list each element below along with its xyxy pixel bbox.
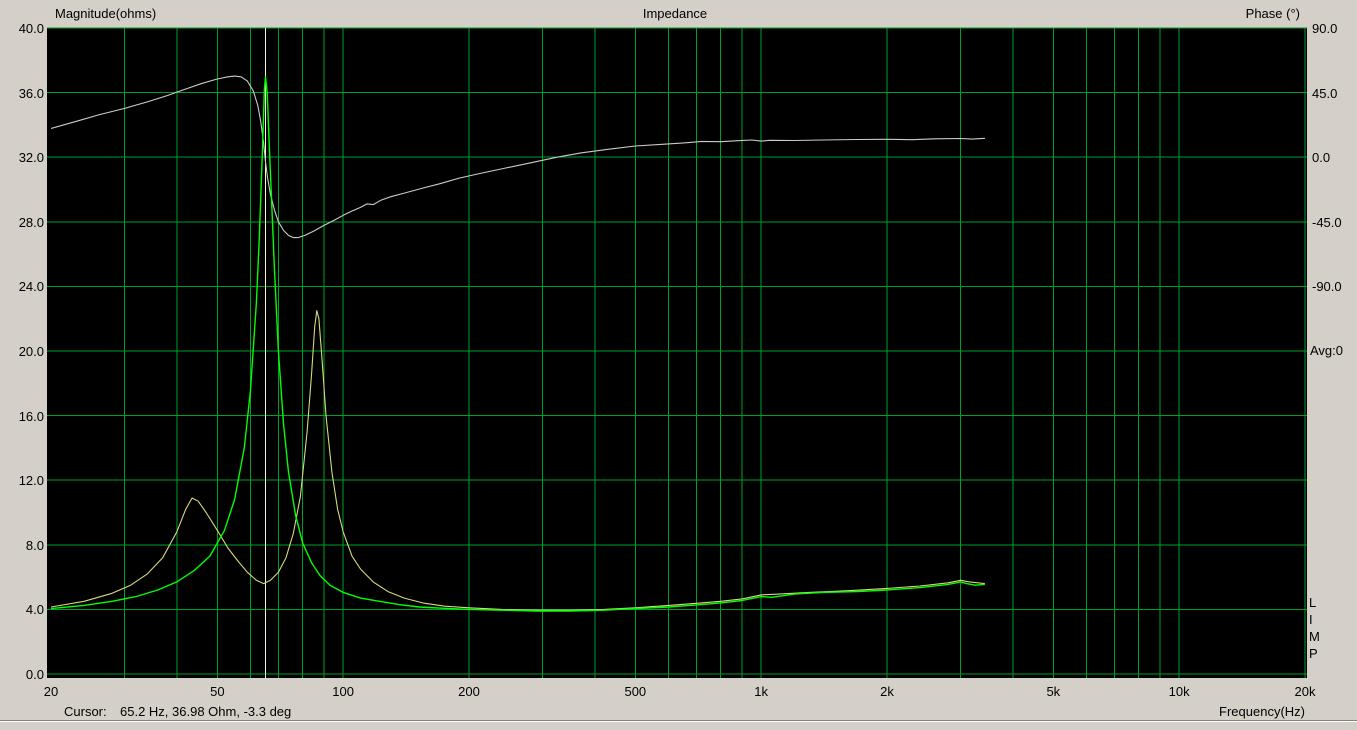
phase-tick-label: -90.0 <box>1312 279 1342 295</box>
magnitude-tick-label: 40.0 <box>18 21 44 36</box>
magnitude-tick-label: 24.0 <box>18 279 44 295</box>
magnitude-tick-label: 8.0 <box>25 537 44 553</box>
magnitude-tick-label: 36.0 <box>18 85 44 101</box>
limp-program-badge: LIMP <box>1309 594 1320 662</box>
phase-tick-label: -45.0 <box>1312 214 1342 230</box>
phase-tick-label: 0.0 <box>1312 150 1331 166</box>
frequency-tick-label: 500 <box>624 684 647 699</box>
magnitude-tick-label: 12.0 <box>18 473 44 489</box>
limp-letter: L <box>1309 595 1317 610</box>
magnitude-tick-label: 16.0 <box>18 408 44 424</box>
magnitude-tick-label: 32.0 <box>18 150 44 166</box>
frequency-tick-label: 2k <box>880 684 894 699</box>
frequency-tick-label: 10k <box>1168 684 1190 699</box>
limp-letter: I <box>1309 612 1313 627</box>
frequency-tick-label: 20 <box>43 684 59 699</box>
frequency-axis-label: Frequency(Hz) <box>1219 704 1305 719</box>
frequency-tick-label: 20k <box>1294 684 1316 699</box>
phase-axis-title: Phase (°) <box>1245 6 1300 21</box>
magnitude-tick-label: 28.0 <box>18 214 44 230</box>
limp-letter: M <box>1309 629 1320 644</box>
frequency-tick-label: 50 <box>210 684 225 699</box>
window-bottom-edge <box>0 720 1357 730</box>
impedance-plot-canvas[interactable] <box>0 0 1357 730</box>
magnitude-tick-label: 4.0 <box>25 602 44 618</box>
frequency-tick-label: 5k <box>1046 684 1061 699</box>
frequency-tick-label: 1k <box>754 684 769 699</box>
magnitude-tick-label: 0.0 <box>25 667 44 682</box>
limp-impedance-window: Magnitude(ohms) Impedance Phase (°) 40.0… <box>0 0 1357 730</box>
chart-title: Impedance <box>642 6 708 21</box>
limp-letter: P <box>1309 646 1318 661</box>
magnitude-axis-title: Magnitude(ohms) <box>55 6 157 21</box>
plot-background <box>47 28 1307 678</box>
phase-tick-label: 45.0 <box>1312 85 1338 101</box>
cursor-readout: 65.2 Hz, 36.98 Ohm, -3.3 deg <box>120 704 292 719</box>
average-count-label: Avg:0 <box>1310 343 1344 358</box>
frequency-tick-label: 200 <box>458 684 480 699</box>
phase-tick-label: 90.0 <box>1312 21 1338 36</box>
magnitude-tick-label: 20.0 <box>18 344 44 359</box>
cursor-label: Cursor: <box>64 704 107 719</box>
frequency-tick-label: 100 <box>332 684 354 699</box>
